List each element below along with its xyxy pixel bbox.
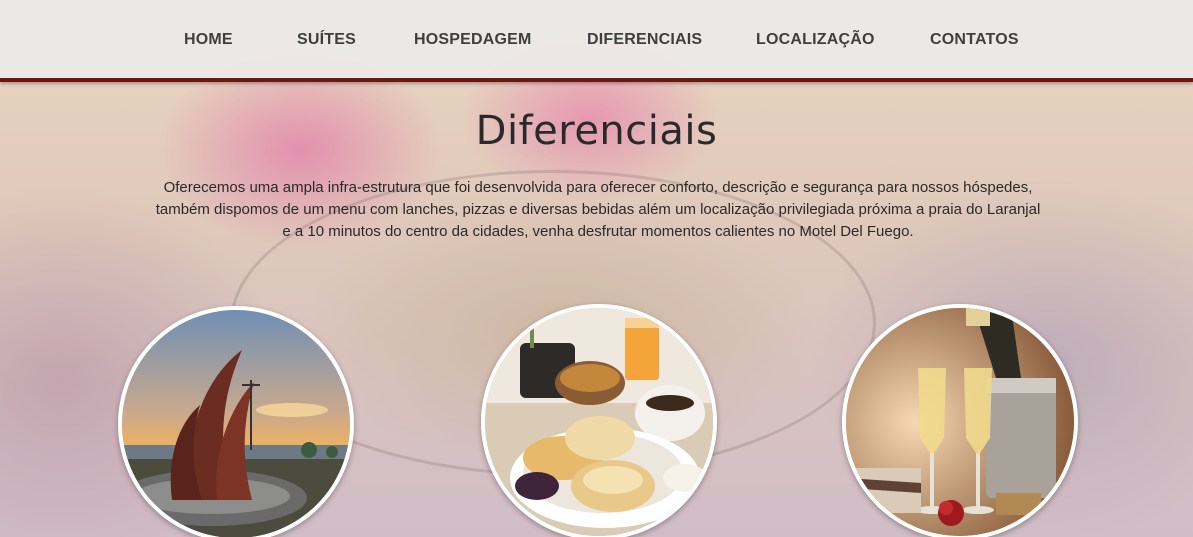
photo-champagne[interactable] <box>842 304 1078 537</box>
nav-home[interactable]: HOME <box>184 31 233 49</box>
nav-diferenciais[interactable]: DIFERENCIAIS <box>587 31 702 49</box>
sunset-sculpture-image <box>122 310 350 537</box>
nav-hospedagem[interactable]: HOSPEDAGEM <box>414 31 532 49</box>
intro-paragraph: Oferecemos uma ampla infra-estrutura que… <box>155 179 1041 240</box>
nav-localizacao[interactable]: LOCALIZAÇÃO <box>756 31 875 49</box>
photo-breakfast[interactable] <box>481 304 717 537</box>
top-navigation: HOME SUÍTES HOSPEDAGEM DIFERENCIAIS LOCA… <box>0 0 1193 82</box>
breakfast-image <box>485 308 713 536</box>
nav-contatos[interactable]: CONTATOS <box>930 31 1019 49</box>
page-title: Diferenciais <box>475 108 718 154</box>
champagne-image <box>846 308 1074 536</box>
photo-sunset-sculpture[interactable] <box>118 306 354 537</box>
nav-suites[interactable]: SUÍTES <box>297 31 356 49</box>
